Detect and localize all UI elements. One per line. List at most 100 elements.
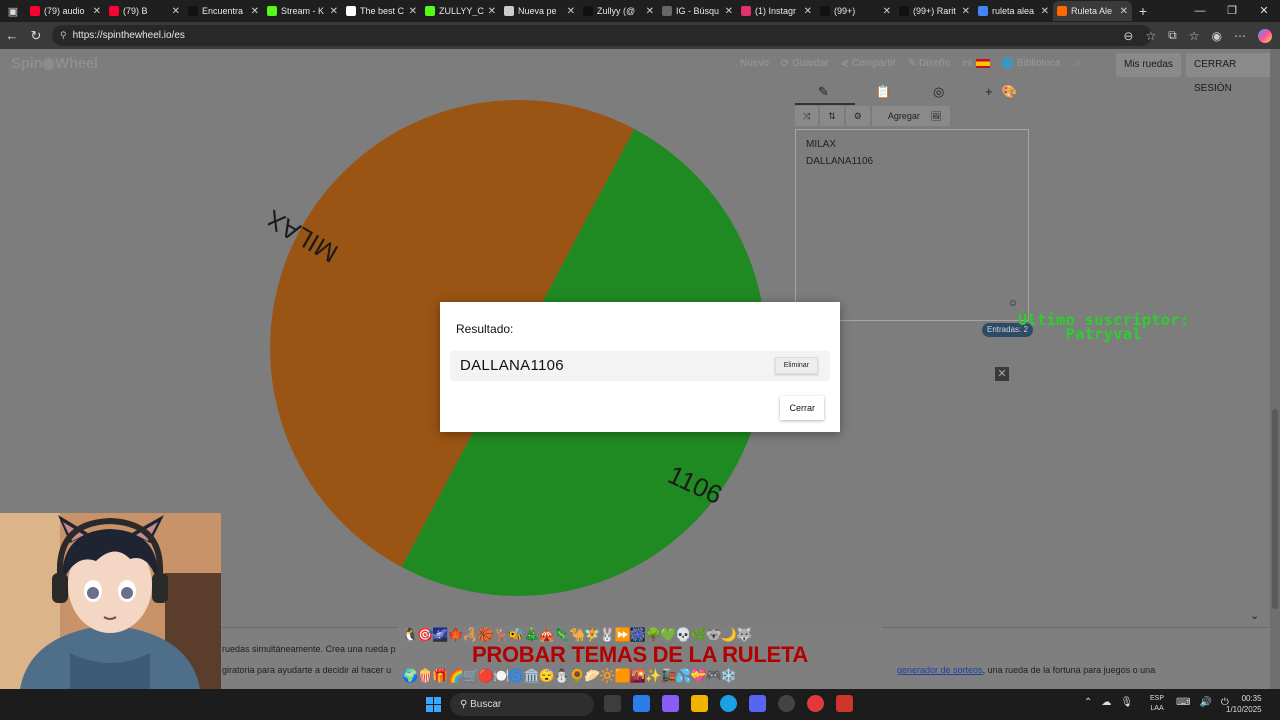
nav-design[interactable]: ✎ Diseño: [908, 58, 950, 69]
add-wheel-icon[interactable]: +: [985, 84, 993, 99]
raffle-generator-link[interactable]: generador de sorteos: [897, 665, 983, 675]
close-window-icon[interactable]: ✕: [1248, 0, 1280, 22]
tray-chevron-icon[interactable]: ⌃: [1084, 697, 1092, 708]
media-player-icon[interactable]: [778, 695, 795, 712]
copilot-icon[interactable]: [1258, 28, 1272, 43]
tab-title: IG - Búsqu: [676, 6, 720, 16]
maximize-icon[interactable]: ❐: [1216, 0, 1248, 22]
dialog-title: Resultado:: [456, 322, 514, 336]
browser-tab[interactable]: (99+) ✕: [816, 1, 895, 21]
browser-tab[interactable]: ruleta alea ✕: [974, 1, 1053, 21]
nav-share[interactable]: ⋞ Compartir: [841, 58, 896, 69]
microphone-icon[interactable]: 🎙: [1120, 697, 1133, 708]
tab-close-icon[interactable]: ✕: [1120, 6, 1128, 17]
tab-close-icon[interactable]: ✕: [251, 6, 259, 17]
minimize-icon[interactable]: —: [1184, 0, 1216, 22]
nav-library[interactable]: 🌐 Biblioteca: [1002, 58, 1061, 69]
site-logo[interactable]: Spin◉Wheel: [11, 54, 98, 72]
edit-tab-icon[interactable]: ✎: [818, 84, 829, 100]
browser-tab[interactable]: Zullyy (@ ✕: [579, 1, 658, 21]
theme-icon[interactable]: ☼: [1072, 58, 1081, 69]
settings-button[interactable]: ⚙: [845, 106, 870, 126]
panel-tabs: ✎ 📋 ◎ + 🎨: [795, 82, 1035, 106]
nav-save[interactable]: ⟳ Guardar: [781, 58, 829, 69]
task-view-icon[interactable]: [604, 695, 621, 712]
reload-icon[interactable]: ↻: [24, 28, 48, 44]
nav-share-label: Compartir: [851, 58, 896, 69]
results-tab-icon[interactable]: 📋: [875, 84, 891, 100]
tab-close-icon[interactable]: ✕: [409, 6, 417, 17]
nav-language[interactable]: es: [962, 58, 990, 69]
network-icon[interactable]: ⌨: [1176, 697, 1190, 708]
tab-close-icon[interactable]: ✕: [93, 6, 101, 17]
store-icon[interactable]: [633, 695, 650, 712]
page: Spin◉Wheel Nuevo ⟳ Guardar ⋞ Compartir ✎…: [0, 49, 1280, 689]
close-icon[interactable]: ✕: [995, 367, 1009, 381]
browser-tab[interactable]: IG - Búsqu ✕: [658, 1, 737, 21]
tikfinity-icon[interactable]: [836, 695, 853, 712]
chevron-down-icon[interactable]: ⌄: [1250, 609, 1259, 622]
tab-close-icon[interactable]: ✕: [804, 6, 812, 17]
close-button[interactable]: Cerrar: [780, 396, 824, 420]
entries-textarea[interactable]: MILAX DALLANA1106 ☺: [795, 129, 1029, 321]
volume-icon[interactable]: 🔊: [1199, 697, 1211, 708]
logout-button[interactable]: CERRAR SESIÓN: [1186, 53, 1280, 94]
url-text: https://spinthewheel.io/es: [72, 30, 185, 41]
tab-close-icon[interactable]: ✕: [962, 6, 970, 17]
shuffle-button[interactable]: ⤨: [795, 106, 819, 126]
tab-close-icon[interactable]: ✕: [172, 6, 180, 17]
sort-button[interactable]: ⇅: [820, 106, 844, 126]
tab-close-icon[interactable]: ✕: [1041, 6, 1049, 17]
zoom-icon[interactable]: ⊖: [1123, 29, 1133, 43]
result-value: DALLANA1106: [460, 357, 564, 374]
discord-icon[interactable]: [749, 695, 766, 712]
onedrive-icon[interactable]: ☁: [1101, 697, 1111, 708]
browser-tab[interactable]: (79) audio ✕: [26, 1, 105, 21]
tab-close-icon[interactable]: ✕: [330, 6, 338, 17]
new-tab-button[interactable]: +: [1132, 3, 1154, 19]
taskbar-search[interactable]: ⚲ Buscar: [450, 693, 594, 716]
browser-tab[interactable]: (1) Instagr ✕: [737, 1, 816, 21]
browser-tab[interactable]: ZULLYY_C ✕: [421, 1, 500, 21]
more-icon[interactable]: ⋯: [1234, 29, 1246, 43]
my-wheels-button[interactable]: Mis ruedas: [1116, 53, 1181, 77]
tab-close-icon[interactable]: ✕: [567, 6, 575, 17]
site-info-icon[interactable]: ⚲: [60, 30, 67, 40]
remove-button[interactable]: Eliminar: [774, 357, 818, 374]
favorites-bar-icon[interactable]: ☆: [1189, 29, 1200, 43]
tab-close-icon[interactable]: ✕: [646, 6, 654, 17]
themes-banner[interactable]: 🐧🎯🌌🍁🦂🏀🦌🐝🎄🎪🦎🐪🧚🐰⏩🎆🌳💚💀🌿🐨🌙🐺 PROBAR TEMAS DE …: [398, 626, 882, 687]
windows-start-icon[interactable]: [426, 697, 441, 712]
profile-icon[interactable]: ◉: [1212, 29, 1222, 43]
page-scrollbar[interactable]: [1270, 49, 1280, 689]
copilot-app-icon[interactable]: [662, 695, 679, 712]
nav-new[interactable]: Nuevo: [740, 58, 769, 69]
browser-tab[interactable]: Nueva pe ✕: [500, 1, 579, 21]
browser-tab[interactable]: The best C ✕: [342, 1, 421, 21]
color-wheel-icon[interactable]: 🎨: [1001, 84, 1017, 100]
file-explorer-icon[interactable]: [691, 695, 708, 712]
edge-icon[interactable]: [720, 695, 737, 712]
tab-close-icon[interactable]: ✕: [725, 6, 733, 17]
browser-tab[interactable]: Stream - K ✕: [263, 1, 342, 21]
clock[interactable]: 00:35 1/10/2025: [1226, 693, 1262, 715]
tab-close-icon[interactable]: ✕: [488, 6, 496, 17]
add-image-button[interactable]: Agregar 🖼: [871, 106, 950, 126]
browser-tab[interactable]: Ruleta Ale ✕: [1053, 1, 1132, 21]
input-language[interactable]: ESP LAA: [1150, 694, 1164, 714]
tab-close-icon[interactable]: ✕: [883, 6, 891, 17]
browser-tab[interactable]: Encuentra ✕: [184, 1, 263, 21]
scrollbar-thumb[interactable]: [1272, 409, 1278, 609]
browser-tab[interactable]: (79) B ✕: [105, 1, 184, 21]
back-icon[interactable]: ←: [0, 28, 24, 43]
extensions-icon[interactable]: ⧉: [1168, 28, 1177, 43]
url-field[interactable]: ⚲ https://spinthewheel.io/es: [52, 25, 1152, 46]
window-menu-icon[interactable]: ▣: [0, 0, 26, 22]
emoji-icon[interactable]: ☺: [1008, 295, 1018, 312]
favorite-icon[interactable]: ☆: [1145, 29, 1156, 43]
obs-icon[interactable]: [807, 695, 824, 712]
tab-title: The best C: [360, 6, 405, 16]
browser-tab[interactable]: (99+) Rarit ✕: [895, 1, 974, 21]
tab-favicon-icon: [978, 6, 988, 16]
hide-tab-icon[interactable]: ◎: [933, 84, 944, 100]
